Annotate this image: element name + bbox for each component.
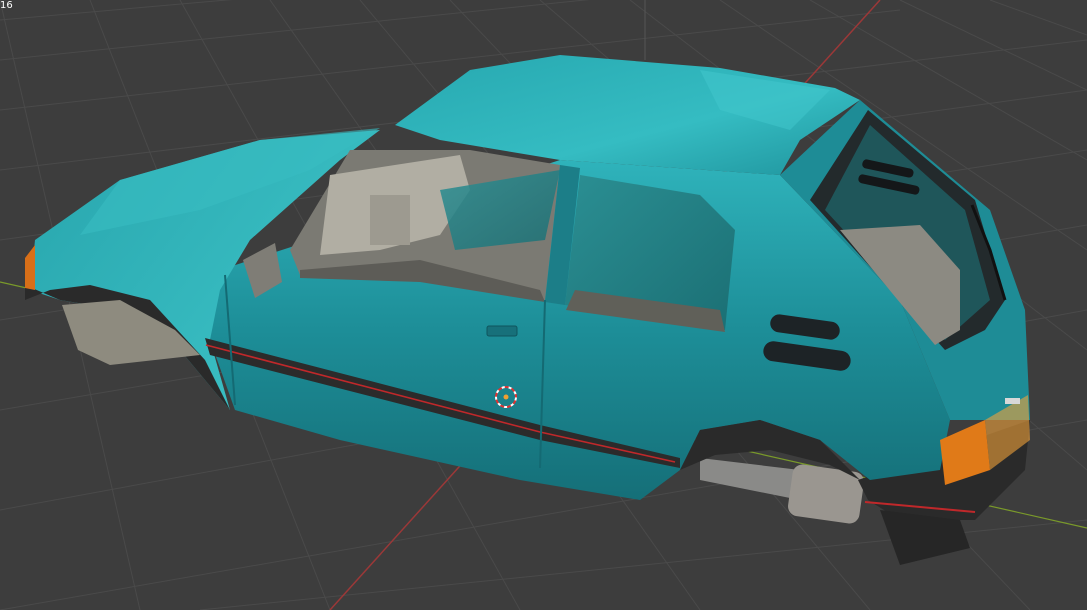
exhaust-muffler xyxy=(788,464,864,524)
rear-badge xyxy=(1005,398,1020,404)
viewport-corner-label: 16 xyxy=(0,0,13,11)
center-console xyxy=(370,195,410,245)
door-handle xyxy=(486,325,518,337)
viewport-canvas[interactable] xyxy=(0,0,1087,610)
3d-viewport[interactable]: 16 xyxy=(0,0,1087,610)
